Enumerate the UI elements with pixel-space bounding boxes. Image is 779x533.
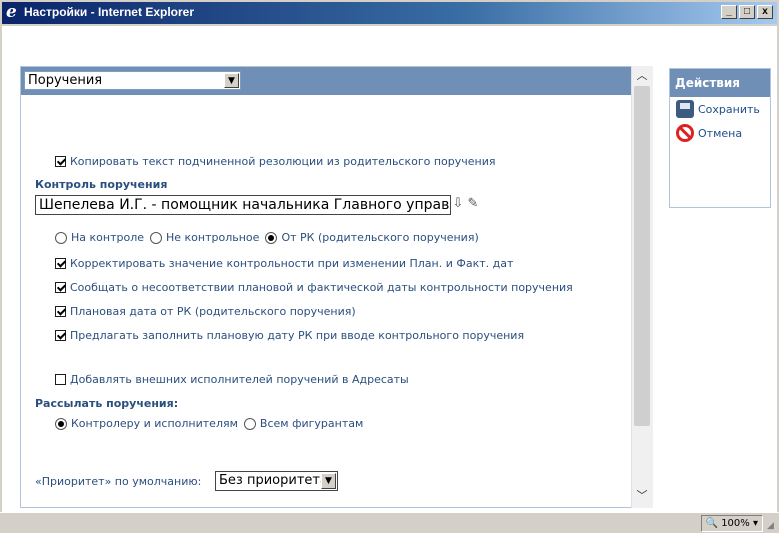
scroll-down-icon[interactable]: ﹀ <box>635 490 649 502</box>
checkbox[interactable] <box>55 374 66 385</box>
chevron-down-icon[interactable]: ▼ <box>224 73 239 88</box>
resize-grip-icon[interactable]: ◢ <box>767 521 777 531</box>
scrollbar-thumb[interactable] <box>634 86 650 426</box>
radio-label: Всем фигурантам <box>259 417 364 430</box>
option-suggest-plan-date[interactable]: Предлагать заполнить плановую дату РК пр… <box>55 329 524 342</box>
chevron-down-icon[interactable]: ▼ <box>321 473 336 489</box>
radio-label: Не контрольное <box>166 231 260 244</box>
user-picker-icon[interactable]: ⇩ <box>451 197 465 211</box>
minimize-button[interactable]: _ <box>721 5 737 19</box>
window-controls: _ □ x <box>721 5 773 19</box>
panel-header: Поручения ▼ <box>21 67 652 95</box>
save-label: Сохранить <box>698 102 760 116</box>
checkbox[interactable] <box>55 306 66 317</box>
send-radio-group: Контролеру и исполнителям Всем фигуранта… <box>55 417 369 430</box>
radio-controller-executors[interactable]: Контролеру и исполнителям <box>55 417 238 430</box>
copy-text-checkbox[interactable] <box>55 156 66 167</box>
radio-from-rk[interactable]: От РК (родительского поручения) <box>265 231 479 244</box>
actions-panel: Действия Сохранить Отмена <box>669 68 771 208</box>
zoom-level: 100% <box>721 518 750 529</box>
chevron-down-icon[interactable]: ▾ <box>753 518 758 529</box>
option-report-mismatch[interactable]: Сообщать о несоответствии плановой и фак… <box>55 281 573 294</box>
radio-not-control[interactable]: Не контрольное <box>150 231 259 244</box>
control-section-title: Контроль поручения <box>35 178 168 191</box>
cancel-icon <box>676 124 694 142</box>
zoom-icon: 🔍 <box>705 518 718 529</box>
checkbox[interactable] <box>55 258 66 269</box>
radio-on-control[interactable]: На контроле <box>55 231 144 244</box>
priority-select[interactable]: Без приоритета ▼ <box>215 471 338 491</box>
checkbox[interactable] <box>55 282 66 293</box>
copy-text-label: Копировать текст подчиненной резолюции и… <box>70 155 496 168</box>
settings-panel: Поручения ▼ Копировать текст подчиненной… <box>20 66 653 508</box>
control-radio-group: На контроле Не контрольное От РК (родите… <box>55 231 485 244</box>
checkbox[interactable] <box>55 330 66 341</box>
actions-header: Действия <box>670 69 770 97</box>
ie-window: e Настройки - Internet Explorer _ □ x По… <box>0 0 779 533</box>
priority-select-value: Без приоритета <box>219 473 328 488</box>
close-button[interactable]: x <box>757 5 773 19</box>
priority-label: «Приоритет» по умолчанию: <box>35 475 201 488</box>
maximize-button[interactable]: □ <box>739 5 755 19</box>
radio-label: От РК (родительского поручения) <box>281 231 479 244</box>
controller-field[interactable]: Шепелева И.Г. - помощник начальника Глав… <box>35 195 451 215</box>
radio-button[interactable] <box>243 417 256 430</box>
page-client-area: Поручения ▼ Копировать текст подчиненной… <box>2 26 777 512</box>
cancel-label: Отмена <box>698 126 743 140</box>
save-button[interactable]: Сохранить <box>670 97 770 121</box>
radio-label: На контроле <box>71 231 144 244</box>
radio-button[interactable] <box>150 231 162 244</box>
option-plan-date-rk[interactable]: Плановая дата от РК (родительского поруч… <box>55 305 356 318</box>
checkbox-label: Предлагать заполнить плановую дату РК пр… <box>70 329 525 342</box>
option-add-external[interactable]: Добавлять внешних исполнителей поручений… <box>55 373 409 386</box>
copy-text-option[interactable]: Копировать текст подчиненной резолюции и… <box>55 155 496 168</box>
checkbox-label: Корректировать значение контрольности пр… <box>70 257 514 270</box>
eraser-icon[interactable]: ✎ <box>466 197 480 211</box>
checkbox-label: Плановая дата от РК (родительского поруч… <box>70 305 356 318</box>
panel-scrollbar[interactable]: ︿ ﹀ <box>631 66 653 508</box>
radio-all-participants[interactable]: Всем фигурантам <box>243 417 364 430</box>
checkbox-label: Добавлять внешних исполнителей поручений… <box>70 373 409 386</box>
radio-button[interactable] <box>265 231 278 244</box>
radio-button[interactable] <box>55 231 67 244</box>
priority-label-text: «Приоритет» по умолчанию: <box>35 475 202 488</box>
section-select[interactable]: Поручения ▼ <box>24 71 241 90</box>
window-title: Настройки - Internet Explorer <box>24 5 194 19</box>
section-select-value: Поручения <box>28 73 103 88</box>
send-section-title: Рассылать поручения: <box>35 397 179 410</box>
cancel-button[interactable]: Отмена <box>670 121 770 145</box>
option-adjust-control[interactable]: Корректировать значение контрольности пр… <box>55 257 513 270</box>
scroll-up-icon[interactable]: ︿ <box>635 70 649 82</box>
checkbox-label: Сообщать о несоответствии плановой и фак… <box>70 281 573 294</box>
title-bar: e Настройки - Internet Explorer _ □ x <box>2 2 777 24</box>
radio-label: Контролеру и исполнителям <box>71 417 238 430</box>
ie-logo-icon: e <box>6 2 17 22</box>
save-icon <box>676 100 694 118</box>
radio-button[interactable] <box>55 417 67 430</box>
status-bar: 🔍 100% ▾ ◢ <box>0 512 779 533</box>
zoom-control[interactable]: 🔍 100% ▾ <box>700 515 763 532</box>
